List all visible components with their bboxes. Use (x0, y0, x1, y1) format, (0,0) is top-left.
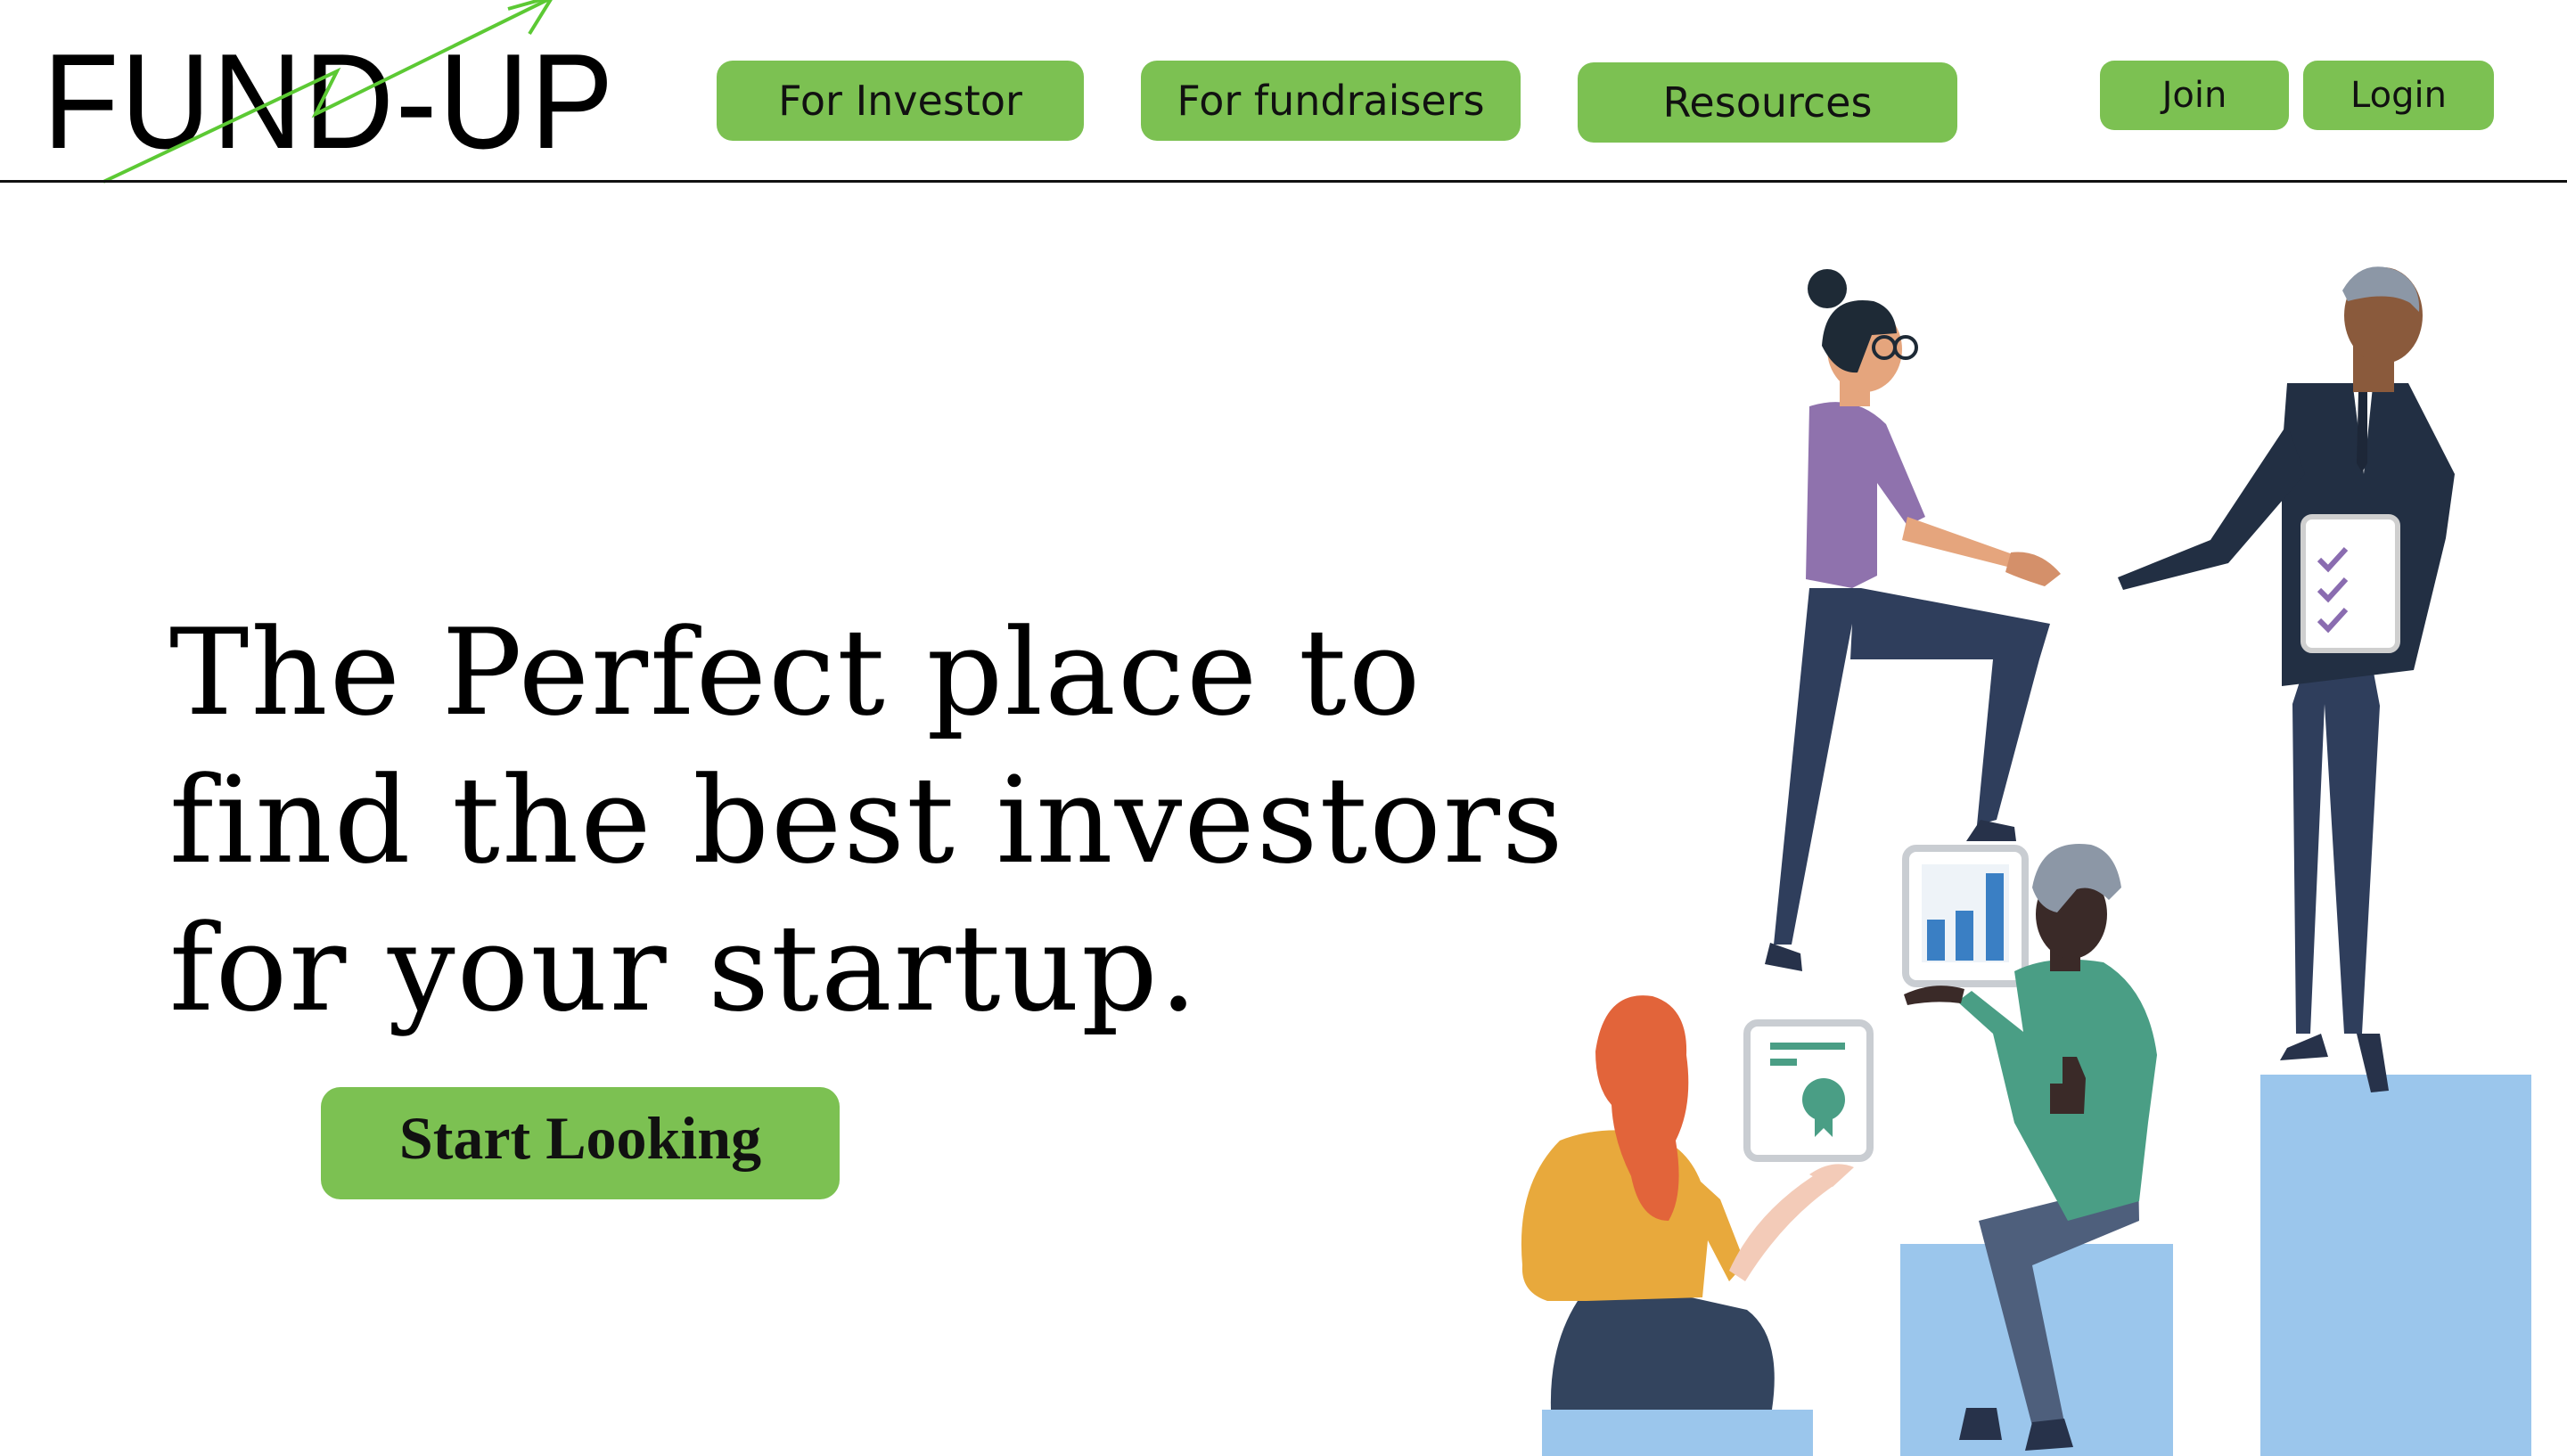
nav-resources-button[interactable]: Resources (1578, 62, 1957, 143)
start-looking-button[interactable]: Start Looking (321, 1087, 840, 1199)
hero-title-line: for your startup. (169, 899, 1200, 1038)
investor-figure (2118, 266, 2455, 1092)
nav-for-fundraisers-button[interactable]: For fundraisers (1141, 61, 1521, 141)
certificate-card-icon (1743, 1019, 1874, 1162)
handshake-people-icon (1521, 266, 2531, 1456)
nav-for-investor-button[interactable]: For Investor (717, 61, 1084, 141)
header-divider (0, 180, 2567, 183)
join-button[interactable]: Join (2100, 61, 2289, 130)
logo-arrow-icon (103, 0, 553, 184)
hero-title: The Perfect place to find the best inves… (169, 599, 1565, 1043)
site-header: FUND-UP For Investor For fundraisers Res… (0, 0, 2567, 184)
bar-chart-card-icon (1902, 845, 2029, 987)
login-button[interactable]: Login (2303, 61, 2494, 130)
hero-title-line: find the best investors (169, 751, 1565, 890)
logo[interactable]: FUND-UP (43, 0, 613, 187)
hero-title-line: The Perfect place to (169, 603, 1423, 742)
